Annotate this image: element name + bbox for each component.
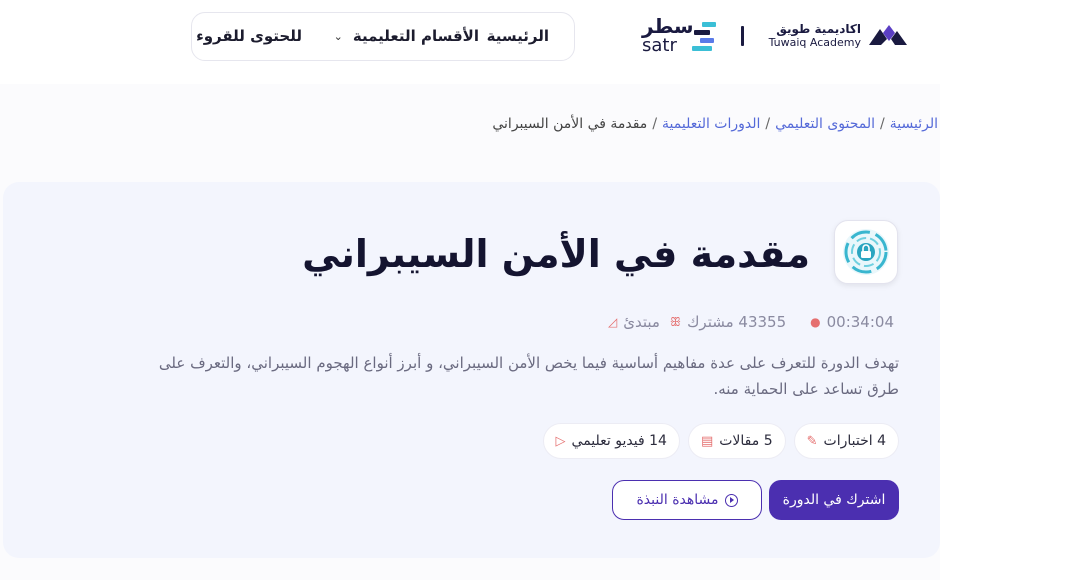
meta-participants: ꕥ 43355 مشترك (670, 313, 786, 331)
breadcrumb-home[interactable]: الرئيسية (890, 116, 938, 132)
meta-duration-text: 00:34:04 (826, 313, 894, 331)
clock-icon: ● (810, 315, 821, 329)
breadcrumb-courses[interactable]: الدورات التعليمية (662, 116, 760, 132)
meta-level-text: مبتدئ (623, 313, 660, 331)
breadcrumb-learning-content[interactable]: المحتوى التعليمي (775, 116, 875, 132)
pencil-icon: ✎ (806, 433, 818, 449)
preview-button[interactable]: مشاهدة النبذة (612, 480, 762, 520)
meta-participants-text: 43355 مشترك (687, 313, 787, 331)
chevron-down-icon: ⌄ (333, 29, 343, 43)
tuwaiq-mark-icon (869, 25, 907, 45)
breadcrumb-separator: / (765, 116, 771, 132)
play-circle-icon (724, 493, 738, 507)
article-icon: ▤ (700, 433, 714, 449)
nav-sections-label: الأقسام التعليمية (352, 27, 479, 45)
logo-area: سطر satr اكاديمية طويق Tuwaiq Academy (640, 14, 910, 58)
tuwaiq-logo-ar: اكاديمية طويق (776, 22, 861, 36)
satr-mark-icon (692, 20, 718, 51)
tuwaiq-logo[interactable]: اكاديمية طويق Tuwaiq Academy (767, 22, 907, 52)
meta-level: ◿ مبتدئ (608, 313, 660, 331)
breadcrumb-separator: / (880, 116, 885, 132)
main-nav: الرئيسية الأقسام التعليمية ⌄ للحتوى للقر… (191, 12, 575, 61)
subscribe-button[interactable]: اشترك في الدورة (769, 480, 899, 520)
meta-duration: ● 00:34:04 (810, 313, 894, 331)
header: الرئيسية الأقسام التعليمية ⌄ للحتوى للقر… (0, 0, 940, 84)
chip-articles-label: 5 مقالات (719, 433, 773, 449)
tuwaiq-logo-en: Tuwaiq Academy (768, 36, 861, 49)
level-icon: ◿ (607, 315, 618, 329)
breadcrumb-separator: / (652, 116, 658, 132)
satr-logo-en: satr (642, 35, 677, 56)
satr-logo[interactable]: سطر satr (640, 14, 720, 56)
play-triangle-icon: ▷ (555, 433, 566, 449)
chip-videos-label: 14 فيديو تعليمي (571, 433, 667, 449)
chip-videos: ▷ 14 فيديو تعليمي (542, 423, 680, 459)
course-meta: ◿ مبتدئ ꕥ 43355 مشترك ● 00:34:04 (608, 313, 900, 331)
nav-sections-dropdown[interactable]: الأقسام التعليمية ⌄ (334, 27, 479, 45)
preview-button-label: مشاهدة النبذة (636, 492, 719, 508)
nav-home[interactable]: الرئيسية (487, 27, 549, 45)
chip-quizzes: ✎ 4 اختبارات (793, 423, 899, 459)
course-title: مقدمة في الأمن السيبراني (302, 232, 810, 276)
users-icon: ꕥ (669, 314, 682, 329)
logo-divider (741, 26, 744, 46)
chip-articles: ▤ 5 مقالات (687, 423, 786, 459)
course-description: تهدف الدورة للتعرف على عدة مفاهيم أساسية… (158, 354, 899, 398)
nav-reading-content[interactable]: للحتوى للقروء (196, 27, 302, 45)
breadcrumb-current: مقدمة في الأمن السيبراني (492, 116, 648, 132)
course-thumbnail (834, 220, 898, 284)
cyber-lock-icon (843, 229, 889, 275)
course-content-chips: ▷ 14 فيديو تعليمي ▤ 5 مقالات ✎ 4 اختبارا… (542, 423, 899, 459)
breadcrumb: الرئيسية/المحتوى التعليمي/الدورات التعلي… (492, 116, 938, 132)
chip-quizzes-label: 4 اختبارات (823, 433, 886, 449)
